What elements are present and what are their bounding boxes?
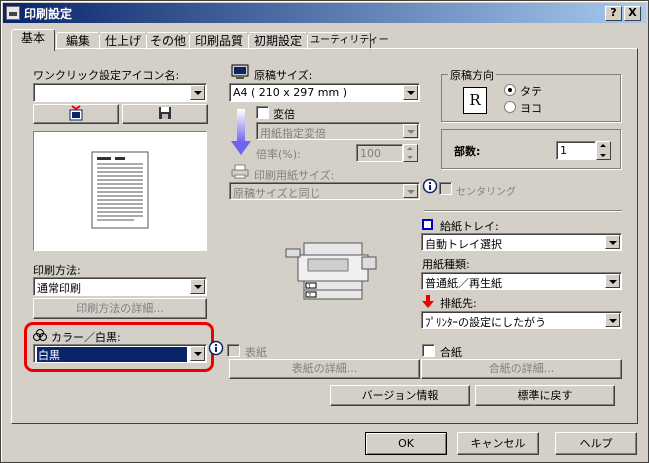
color-mode-label: カラー／白黒: [51,331,121,344]
page-preview [33,131,207,251]
info-icon[interactable] [422,178,438,197]
svg-text:2: 2 [308,293,311,299]
cover-label: 表紙 [245,346,267,359]
portrait-label: タテ [520,85,542,98]
printer-icon [6,6,20,20]
output-label: 排紙先: [440,297,477,310]
restore-defaults-button[interactable]: 標準に戻す [475,385,615,406]
scale-checkbox[interactable] [256,106,269,119]
oneclick-register-button[interactable] [33,104,119,124]
print-paper-size-select[interactable]: 原稿サイズと同じ [229,182,420,200]
window-title: 印刷設定 [24,6,73,21]
scale-label: 変倍 [273,108,295,121]
cover-info-icon[interactable] [208,340,224,359]
orientation-title: 原稿方向 [448,67,496,83]
cover-checkbox[interactable] [227,344,240,357]
scale-ratio-input[interactable]: 100 [356,144,403,162]
tray-label: 給紙トレイ: [440,220,499,233]
print-method-details-button[interactable]: 印刷方法の詳細... [33,298,207,319]
scale-ratio-label: 倍率(%): [256,148,301,161]
tab-basic[interactable]: 基本 [11,29,55,51]
document-preview-icon [91,151,149,229]
register-icon [69,105,83,121]
ok-button[interactable]: OK [365,432,447,455]
print-settings-window: 印刷設定 ? X 基本 編集 仕上げ その他 印刷品質 初期設定 ユーティリティ… [0,0,649,463]
tray-select[interactable]: 自動トレイ選択 [421,233,622,251]
help-title-button[interactable]: ? [605,6,622,21]
scale-ratio-spinner[interactable] [403,144,418,162]
oneclick-label: ワンクリック設定アイコン名: [33,69,180,82]
help-button[interactable]: ヘルプ [555,432,637,455]
paper-type-select[interactable]: 普通紙／再生紙 [421,272,622,290]
color-mode-select[interactable]: 白黒 [33,344,207,363]
title-bar[interactable]: 印刷設定 ? X [3,3,646,23]
print-paper-size-label: 印刷用紙サイズ: [254,169,335,182]
right-separator [424,210,622,212]
portrait-radio[interactable] [504,84,516,96]
print-method-select[interactable]: 通常印刷 [33,277,207,296]
print-paper-icon [231,164,249,182]
tray-icon [422,219,433,230]
print-method-label: 印刷方法: [33,264,81,277]
oneclick-save-button[interactable] [122,104,208,124]
monitor-icon [231,64,249,83]
version-info-button[interactable]: バージョン情報 [330,385,470,406]
landscape-label: ヨコ [520,102,542,115]
orientation-preview-icon: R [463,87,487,114]
landscape-radio[interactable] [504,101,516,113]
slip-checkbox[interactable] [422,344,435,357]
copies-label: 部数: [454,145,481,158]
close-title-button[interactable]: X [624,6,641,21]
slip-label: 合紙 [440,346,462,359]
floppy-save-icon [159,107,171,119]
paper-type-label: 用紙種類: [422,258,470,271]
svg-text:1: 1 [308,284,311,290]
cancel-button[interactable]: キャンセル [457,432,539,455]
oneclick-select[interactable] [33,83,207,102]
centering-checkbox[interactable] [439,182,452,195]
color-circles-icon [33,329,48,344]
original-size-label: 原稿サイズ: [254,69,313,82]
red-down-arrow-icon [422,295,434,311]
copies-input[interactable]: 1 [556,141,596,160]
cover-details-button[interactable]: 表紙の詳細... [229,359,420,379]
copies-spinner[interactable] [596,141,611,160]
printer-illustration-icon: 1 2 [284,239,379,308]
original-size-select[interactable]: A4 ( 210 x 297 mm ) [229,83,420,102]
slip-details-button[interactable]: 合紙の詳細... [421,359,622,379]
output-select[interactable]: ﾌﾟﾘﾝﾀｰの設定にしたがう [421,311,622,329]
centering-label: センタリング [456,187,516,198]
scale-paper-select[interactable]: 用紙指定変倍 [256,122,420,140]
down-arrow-icon [231,109,251,160]
